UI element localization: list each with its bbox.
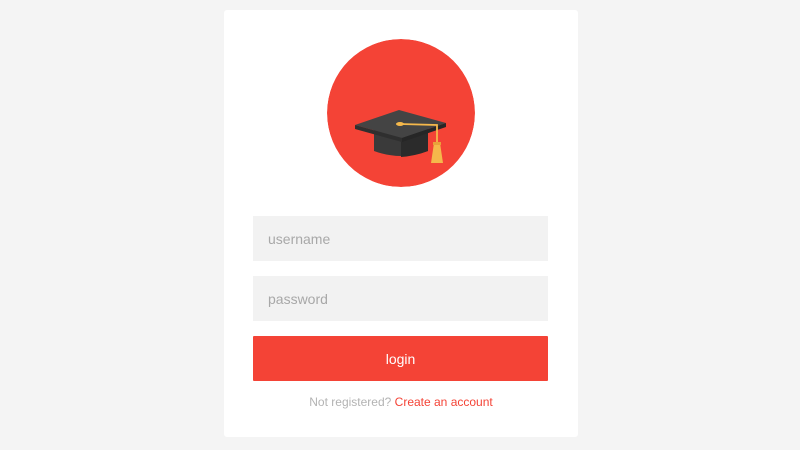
logo — [327, 39, 475, 187]
register-prompt-text: Not registered? — [309, 395, 392, 409]
password-input[interactable] — [253, 276, 548, 321]
create-account-link[interactable]: Create an account — [395, 395, 493, 409]
username-input[interactable] — [253, 216, 548, 261]
login-button[interactable]: login — [253, 336, 548, 381]
graduation-cap-icon — [327, 39, 475, 187]
login-card: login Not registered? Create an account — [224, 10, 578, 437]
register-prompt: Not registered? Create an account — [224, 395, 578, 409]
